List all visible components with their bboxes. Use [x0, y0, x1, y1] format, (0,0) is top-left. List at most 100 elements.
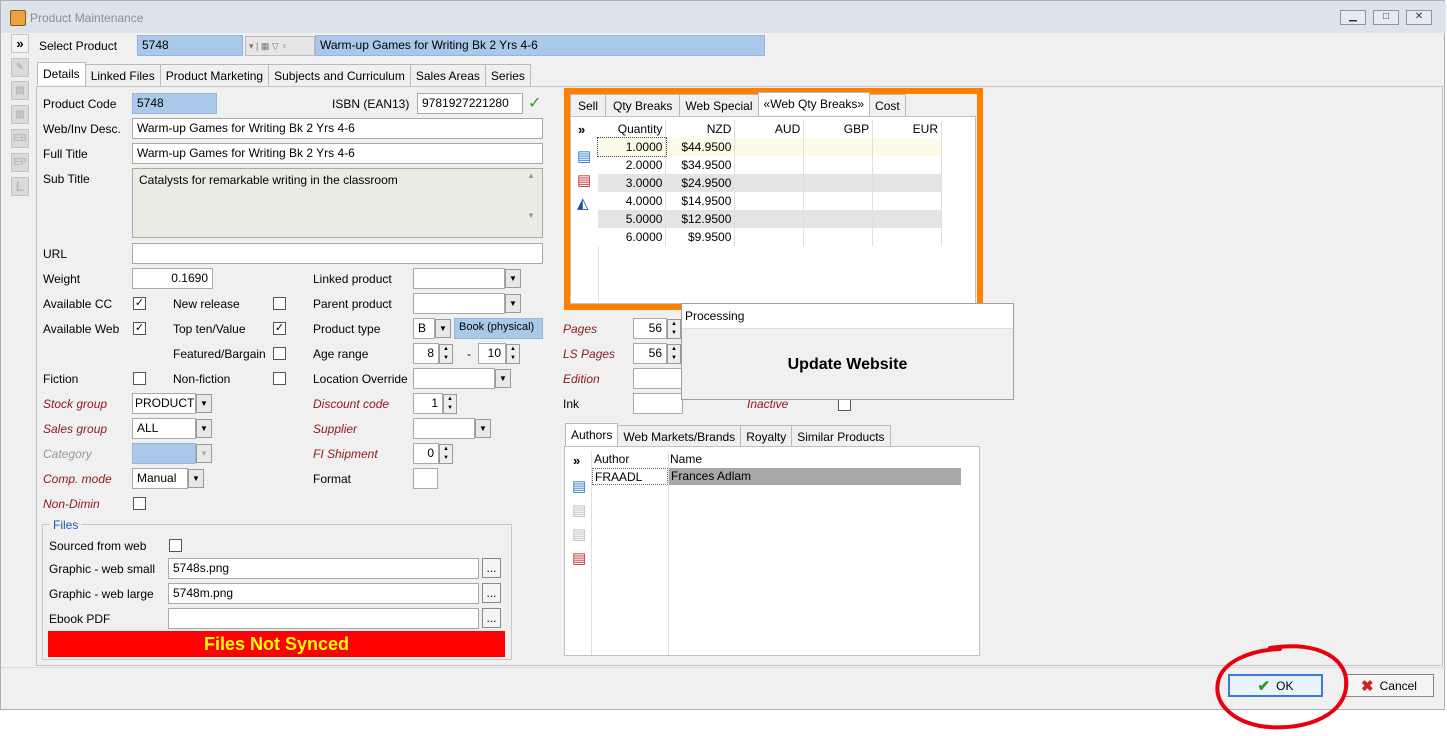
delete-row-icon[interactable]: ▤	[577, 171, 591, 189]
category-field[interactable]	[132, 443, 196, 464]
edit-icon[interactable]: ✎	[11, 58, 29, 77]
discount-code-field[interactable]: 1	[413, 393, 443, 414]
available-web-checkbox[interactable]: ✓	[133, 322, 146, 335]
document-edit-icon[interactable]: ▤	[11, 81, 29, 100]
available-cc-checkbox[interactable]: ✓	[133, 297, 146, 310]
price-row[interactable]: 5.0000 $12.9500	[598, 210, 942, 228]
price-cell[interactable]: 4.0000	[598, 192, 667, 210]
ebook-pdf-browse-button[interactable]: ...	[482, 608, 501, 628]
ls-pages-field[interactable]: 56	[633, 343, 667, 364]
document-copy-icon[interactable]: ▥	[11, 105, 29, 124]
sourced-from-web-checkbox[interactable]	[169, 539, 182, 552]
fiction-checkbox[interactable]	[133, 372, 146, 385]
price-cell[interactable]	[803, 138, 874, 156]
price-cell[interactable]: 1.0000	[597, 137, 667, 157]
ebook-pdf-field[interactable]	[168, 608, 479, 629]
minimize-button[interactable]: ▁	[1340, 10, 1366, 25]
supplier-dropdown[interactable]: ▼	[475, 419, 491, 438]
linked-product-dropdown[interactable]: ▼	[505, 269, 521, 288]
supplier-field[interactable]	[413, 418, 475, 439]
price-row[interactable]: 3.0000 $24.9500	[598, 174, 942, 192]
price-cell[interactable]: $9.9500	[665, 228, 736, 246]
add-row-icon[interactable]: ▤	[577, 147, 591, 165]
ep-icon[interactable]: EP	[11, 153, 29, 172]
price-cell[interactable]	[872, 192, 942, 210]
price-cell[interactable]: $14.9500	[665, 192, 736, 210]
tab-details[interactable]: Details	[37, 62, 86, 85]
ink-field[interactable]	[633, 393, 683, 414]
graphic-small-field[interactable]: 5748s.png	[168, 558, 479, 579]
weight-field[interactable]: 0.1690	[132, 268, 213, 289]
price-cell[interactable]	[734, 210, 805, 228]
price-cell[interactable]: 5.0000	[598, 210, 667, 228]
l-icon[interactable]: L	[11, 177, 29, 196]
non-dimin-checkbox[interactable]	[133, 497, 146, 510]
tab-subjects-curriculum[interactable]: Subjects and Curriculum	[268, 64, 411, 86]
isbn-field[interactable]: 9781927221280	[417, 93, 523, 114]
category-dropdown[interactable]: ▼	[196, 444, 212, 463]
subtitle-scrollbar[interactable]: ▲ ▼	[527, 171, 539, 235]
price-cell[interactable]	[803, 228, 874, 246]
fi-shipment-spinner[interactable]: ▲ ▼	[439, 444, 453, 464]
author-cell[interactable]: FRAADL	[592, 468, 668, 485]
edit-author-icon[interactable]: ▤	[572, 501, 586, 519]
webdesc-field[interactable]: Warm-up Games for Writing Bk 2 Yrs 4-6	[132, 118, 543, 139]
product-type-dropdown[interactable]: ▼	[435, 319, 451, 338]
discount-code-spinner[interactable]: ▲ ▼	[443, 394, 457, 414]
price-cell[interactable]: $34.9500	[665, 156, 736, 174]
tab-royalty[interactable]: Royalty	[740, 425, 793, 447]
featured-checkbox[interactable]	[273, 347, 286, 360]
add-author-icon[interactable]: ▤	[572, 477, 586, 495]
tab-linked-files[interactable]: Linked Files	[84, 64, 161, 86]
product-code-field[interactable]: 5748	[132, 93, 217, 114]
author-name-cell[interactable]: Frances Adlam	[669, 468, 961, 485]
price-cell[interactable]	[872, 174, 942, 192]
price-row[interactable]: 2.0000 $34.9500	[598, 156, 942, 174]
authors-expand-button[interactable]: »	[573, 453, 580, 468]
tab-similar-products[interactable]: Similar Products	[791, 425, 891, 447]
price-cell[interactable]	[872, 156, 942, 174]
select-product-name[interactable]: Warm-up Games for Writing Bk 2 Yrs 4-6	[315, 35, 765, 56]
stock-group-field[interactable]: PRODUCT	[132, 393, 196, 414]
price-cell[interactable]: $12.9500	[665, 210, 736, 228]
url-field[interactable]	[132, 243, 543, 264]
price-cell[interactable]	[803, 156, 874, 174]
comp-mode-field[interactable]: Manual	[132, 468, 188, 489]
nonfiction-checkbox[interactable]	[273, 372, 286, 385]
tab-product-marketing[interactable]: Product Marketing	[159, 64, 270, 86]
price-cell[interactable]: $24.9500	[665, 174, 736, 192]
fulltitle-field[interactable]: Warm-up Games for Writing Bk 2 Yrs 4-6	[132, 143, 543, 164]
tab-authors[interactable]: Authors	[565, 423, 619, 446]
tab-sell[interactable]: Sell	[570, 94, 607, 116]
close-window-button[interactable]: ✕	[1406, 10, 1432, 25]
sales-group-dropdown[interactable]: ▼	[196, 419, 212, 438]
tab-web-qty-breaks[interactable]: «Web Qty Breaks»	[757, 92, 871, 115]
product-type-field[interactable]: B	[413, 318, 435, 339]
age-to-spinner[interactable]: ▲ ▼	[506, 344, 520, 364]
price-cell[interactable]	[872, 228, 942, 246]
parent-product-dropdown[interactable]: ▼	[505, 294, 521, 313]
price-cell[interactable]	[734, 174, 805, 192]
delete-author-icon[interactable]: ▤	[572, 549, 586, 567]
price-cell[interactable]	[803, 192, 874, 210]
price-cell[interactable]	[734, 228, 805, 246]
subtitle-field[interactable]: Catalysts for remarkable writing in the …	[132, 168, 543, 238]
pages-field[interactable]: 56	[633, 318, 667, 339]
tab-web-special[interactable]: Web Special	[679, 94, 759, 116]
tab-web-markets-brands[interactable]: Web Markets/Brands	[617, 425, 742, 447]
price-row[interactable]: 4.0000 $14.9500	[598, 192, 942, 210]
graphic-large-browse-button[interactable]: ...	[482, 583, 501, 603]
ls-pages-spinner[interactable]: ▲ ▼	[667, 344, 681, 364]
expand-button[interactable]: »	[11, 34, 29, 53]
new-release-checkbox[interactable]	[273, 297, 286, 310]
graphic-small-browse-button[interactable]: ...	[482, 558, 501, 578]
sales-group-field[interactable]: ALL	[132, 418, 196, 439]
product-lookup-tools[interactable]: ▾ | ▦ ▽ ♀	[245, 36, 315, 56]
price-cell[interactable]	[803, 210, 874, 228]
price-cell[interactable]	[734, 138, 805, 156]
price-cell[interactable]: $44.9500	[665, 138, 736, 156]
tab-series[interactable]: Series	[484, 64, 531, 86]
age-to-field[interactable]: 10	[478, 343, 506, 364]
price-cell[interactable]	[872, 210, 942, 228]
price-cell[interactable]	[803, 174, 874, 192]
